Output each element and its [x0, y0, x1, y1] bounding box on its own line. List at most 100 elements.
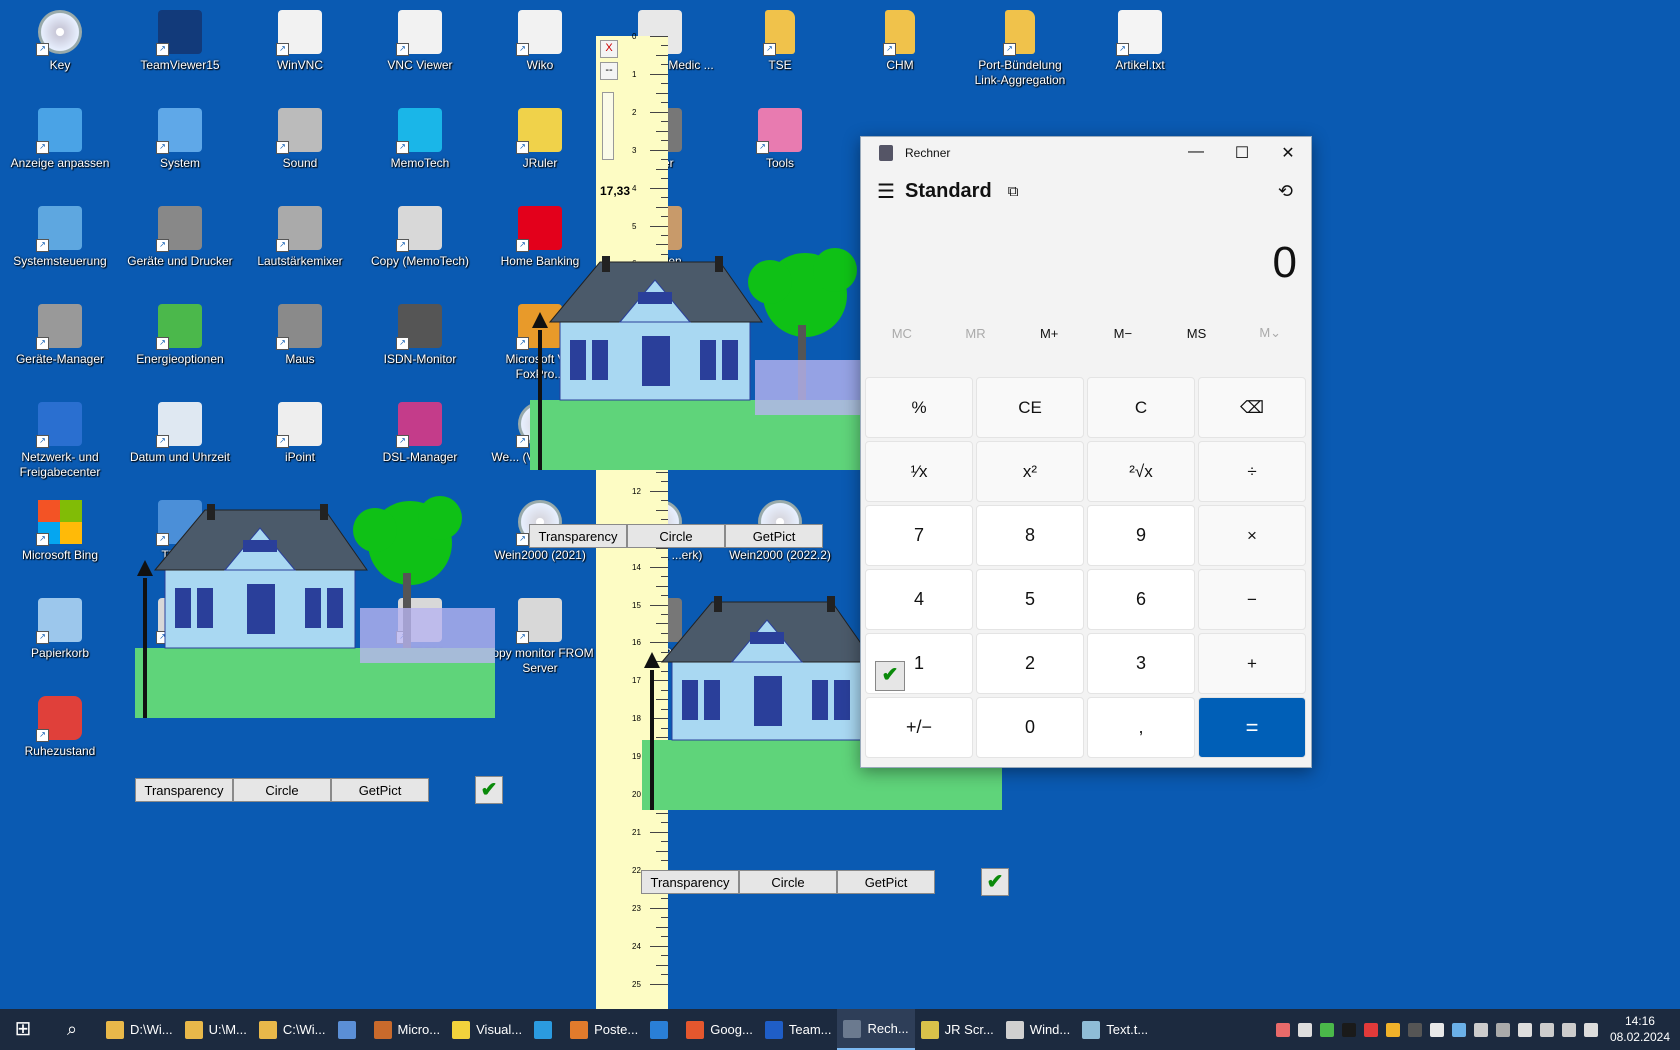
desktop-icon[interactable]: ↗ Papierkorb — [4, 592, 116, 661]
calc-key[interactable]: − — [1198, 569, 1306, 630]
memory-button[interactable]: MC — [865, 326, 939, 341]
tray-icon[interactable] — [1364, 1022, 1378, 1037]
ruler-minimize-button[interactable]: -- — [600, 62, 618, 80]
start-button[interactable]: ⊞ — [0, 1009, 46, 1050]
tray-icon[interactable] — [1540, 1022, 1554, 1037]
checkmark-checkbox[interactable]: ✔ — [981, 868, 1009, 896]
calc-key[interactable]: 0 — [976, 697, 1084, 758]
tray-icon[interactable] — [1342, 1022, 1356, 1037]
taskbar-item[interactable]: Visual... — [446, 1009, 528, 1050]
calc-key[interactable]: ¹⁄x — [865, 441, 973, 502]
desktop-icon[interactable]: ↗ WinVNC — [244, 4, 356, 73]
desktop-icon[interactable]: ↗ CHM — [844, 4, 956, 73]
desktop-icon[interactable]: ↗ Tools — [724, 102, 836, 171]
tray-icon[interactable] — [1496, 1022, 1510, 1037]
calc-key[interactable]: , — [1087, 697, 1195, 758]
tray-icon[interactable] — [1584, 1022, 1598, 1037]
taskbar-item[interactable]: Team... — [759, 1009, 838, 1050]
desktop-icon[interactable]: ↗ Microsoft Bing — [4, 494, 116, 563]
desktop-icon[interactable]: ↗ Key — [4, 4, 116, 73]
memory-button[interactable]: MS — [1160, 326, 1234, 341]
desktop-icon[interactable]: ↗ Energieoptionen — [124, 298, 236, 367]
desktop-icon[interactable]: ↗ Geräte-Manager — [4, 298, 116, 367]
checkmark-checkbox[interactable]: ✔ — [475, 776, 503, 804]
search-icon[interactable]: ⌕ — [50, 1009, 94, 1050]
circle-button[interactable]: Circle — [233, 778, 331, 802]
desktop-icon[interactable]: ↗ Lautstärkemixer — [244, 200, 356, 269]
desktop-icon[interactable]: ↗ Maus — [244, 298, 356, 367]
memory-button[interactable]: M+ — [1012, 326, 1086, 341]
desktop-icon[interactable]: ↗ TeamViewer15 — [124, 4, 236, 73]
memory-button[interactable]: M− — [1086, 326, 1160, 341]
desktop-icon[interactable]: ↗ iPoint — [244, 396, 356, 465]
desktop-icon[interactable]: ↗ VNC Viewer — [364, 4, 476, 73]
desktop-icon[interactable]: ↗ Artikel.txt — [1084, 4, 1196, 73]
taskbar-item[interactable]: Micro... — [368, 1009, 447, 1050]
calc-key[interactable]: % — [865, 377, 973, 438]
taskbar-item[interactable]: Goog... — [680, 1009, 759, 1050]
getpict-button[interactable]: GetPict — [837, 870, 935, 894]
calc-key[interactable]: 4 — [865, 569, 973, 630]
tray-icon[interactable] — [1408, 1022, 1422, 1037]
calc-key[interactable]: 7 — [865, 505, 973, 566]
tray-icon[interactable] — [1430, 1022, 1444, 1037]
taskbar-item[interactable]: Poste... — [564, 1009, 644, 1050]
desktop-icon[interactable]: ↗ System — [124, 102, 236, 171]
ruler-slider[interactable] — [602, 92, 614, 160]
ruler-close-button[interactable]: X — [600, 40, 618, 58]
calc-key[interactable]: ÷ — [1198, 441, 1306, 502]
calc-key[interactable]: 9 — [1087, 505, 1195, 566]
desktop-icon[interactable]: ↗ Netzwerk- und Freigabecenter — [4, 396, 116, 480]
desktop-icon[interactable]: ↗ Anzeige anpassen — [4, 102, 116, 171]
taskbar-item[interactable]: C:\Wi... — [253, 1009, 332, 1050]
taskbar-item[interactable]: Rech... — [837, 1009, 915, 1050]
calc-key[interactable]: 5 — [976, 569, 1084, 630]
taskbar-item[interactable]: D:\Wi... — [100, 1009, 179, 1050]
tray-icon[interactable] — [1518, 1022, 1532, 1037]
checkmark-checkbox[interactable]: ✔ — [875, 661, 905, 691]
tray-icon[interactable] — [1452, 1022, 1466, 1037]
desktop-icon[interactable]: ↗ Geräte und Drucker — [124, 200, 236, 269]
tray-icon[interactable] — [1298, 1022, 1312, 1037]
circle-button[interactable]: Circle — [627, 524, 725, 548]
taskbar-item[interactable]: Wind... — [1000, 1009, 1076, 1050]
tray-icon[interactable] — [1320, 1022, 1334, 1037]
hamburger-menu-icon[interactable]: ☰ — [877, 179, 897, 204]
calc-key[interactable]: 2 — [976, 633, 1084, 694]
calc-key[interactable]: CE — [976, 377, 1084, 438]
getpict-button[interactable]: GetPict — [331, 778, 429, 802]
calc-key[interactable]: 3 — [1087, 633, 1195, 694]
memory-button[interactable]: MR — [939, 326, 1013, 341]
desktop-icon[interactable]: ↗ ISDN-Monitor — [364, 298, 476, 367]
calc-key[interactable]: x² — [976, 441, 1084, 502]
maximize-icon[interactable]: ☐ — [1219, 143, 1265, 163]
close-icon[interactable]: ✕ — [1265, 143, 1311, 163]
desktop-icon[interactable]: ↗ MemoTech — [364, 102, 476, 171]
calc-key[interactable]: +/− — [865, 697, 973, 758]
minimize-icon[interactable]: — — [1173, 143, 1219, 163]
taskbar-item[interactable] — [644, 1009, 680, 1050]
tray-icon[interactable] — [1562, 1022, 1576, 1037]
taskbar-item[interactable]: JR Scr... — [915, 1009, 1000, 1050]
desktop-icon[interactable]: ↗ DSL-Manager — [364, 396, 476, 465]
house-picture[interactable] — [530, 240, 890, 470]
desktop-icon[interactable]: ↗ copy monitor FROM Server — [484, 592, 596, 676]
desktop-icon[interactable]: ↗ Systemsteuerung — [4, 200, 116, 269]
tray-icon[interactable] — [1474, 1022, 1488, 1037]
desktop-icon[interactable]: ↗ Datum und Uhrzeit — [124, 396, 236, 465]
taskbar-item[interactable] — [528, 1009, 564, 1050]
history-icon[interactable]: ⟲ — [1278, 181, 1293, 202]
tray-icon[interactable] — [1386, 1022, 1400, 1037]
taskbar-item[interactable]: U:\M... — [179, 1009, 253, 1050]
calc-key[interactable]: = — [1198, 697, 1306, 758]
desktop-icon[interactable]: ↗ TSE — [724, 4, 836, 73]
calc-key[interactable]: × — [1198, 505, 1306, 566]
desktop-icon[interactable]: ↗ Ruhezustand — [4, 690, 116, 759]
desktop-icon[interactable]: ↗ JRuler — [484, 102, 596, 171]
calculator-titlebar[interactable]: Rechner — ☐ ✕ — [861, 137, 1311, 169]
desktop-icon[interactable]: ↗ Sound — [244, 102, 356, 171]
tray-icon[interactable] — [1276, 1022, 1290, 1037]
getpict-button[interactable]: GetPict — [725, 524, 823, 548]
taskbar-item[interactable]: Text.t... — [1076, 1009, 1154, 1050]
keep-on-top-icon[interactable]: ⧉ — [1008, 183, 1019, 200]
